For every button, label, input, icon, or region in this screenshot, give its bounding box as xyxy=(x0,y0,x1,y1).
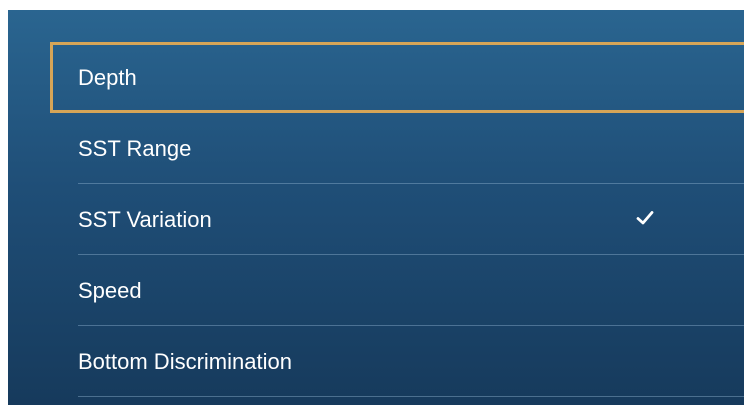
menu-item-depth[interactable]: Depth xyxy=(50,42,744,113)
divider xyxy=(78,396,744,397)
menu-item-label: SST Variation xyxy=(78,207,212,232)
options-panel: Depth SST Range SST Variation Speed Bott… xyxy=(8,10,744,405)
menu-item-sst-range[interactable]: SST Range xyxy=(8,113,744,184)
checkmark-icon xyxy=(636,211,654,225)
menu-list: Depth SST Range SST Variation Speed Bott… xyxy=(8,42,744,397)
menu-item-label: Speed xyxy=(78,278,142,303)
menu-item-label: Bottom Discrimination xyxy=(78,349,292,374)
menu-item-bottom-discrimination[interactable]: Bottom Discrimination xyxy=(8,326,744,397)
menu-item-speed[interactable]: Speed xyxy=(8,255,744,326)
menu-item-label: SST Range xyxy=(78,136,192,161)
menu-item-label: Depth xyxy=(78,65,137,90)
menu-item-sst-variation[interactable]: SST Variation xyxy=(8,184,744,255)
